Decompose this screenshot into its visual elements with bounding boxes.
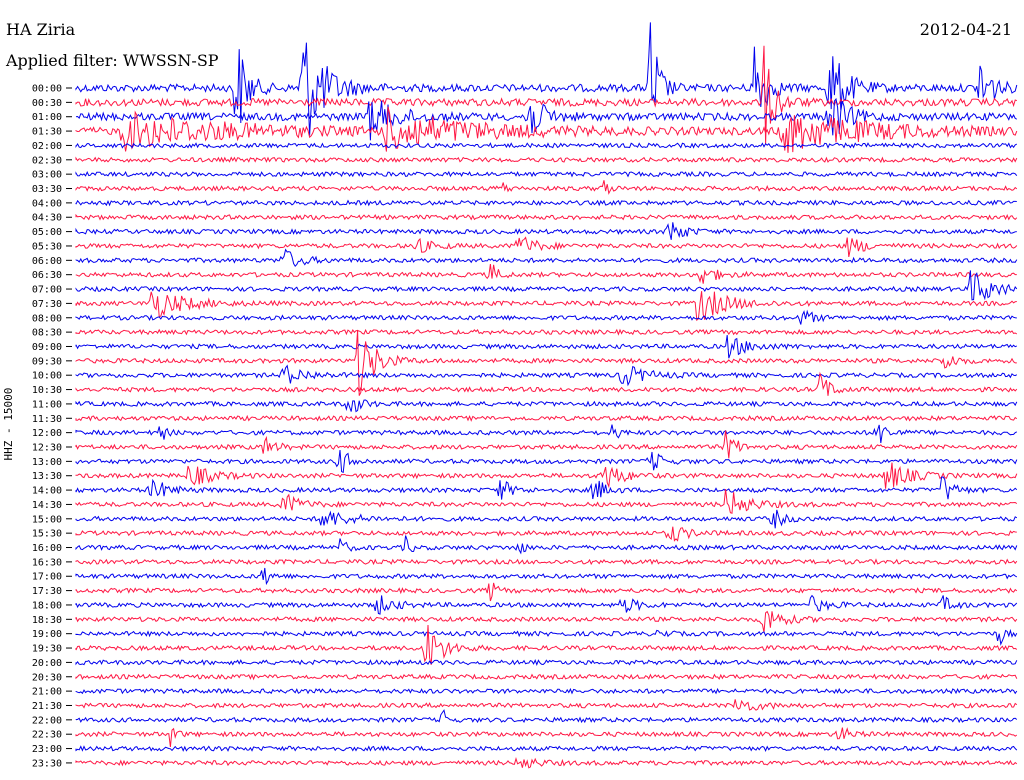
trace-1400 — [75, 476, 1018, 500]
trace-1430 — [75, 488, 1018, 514]
trace-0430 — [75, 213, 1018, 221]
trace-1930 — [75, 624, 1018, 665]
row-label-0430: 04:30 — [32, 213, 62, 224]
trace-1800 — [75, 594, 1018, 615]
trace-0930 — [75, 329, 1017, 396]
row-label-1630: 16:30 — [32, 557, 62, 568]
trace-1130 — [75, 414, 1018, 422]
trace-0730 — [75, 291, 1017, 322]
row-label-0600: 06:00 — [32, 256, 62, 267]
row-label-2330: 23:30 — [32, 758, 62, 769]
row-label-1200: 12:00 — [32, 428, 62, 439]
row-label-0500: 05:00 — [32, 227, 62, 238]
trace-0900 — [75, 335, 1018, 359]
row-label-1330: 13:30 — [32, 471, 62, 482]
row-label-1300: 13:00 — [32, 457, 62, 468]
trace-1630 — [75, 558, 1018, 566]
trace-2030 — [75, 673, 1018, 681]
row-label-0130: 01:30 — [32, 127, 62, 138]
row-label-2230: 22:30 — [32, 730, 62, 741]
trace-0400 — [75, 199, 1017, 207]
trace-2230 — [75, 727, 1018, 748]
row-label-1500: 15:00 — [32, 514, 62, 525]
row-label-1730: 17:30 — [32, 586, 62, 597]
trace-0300 — [75, 170, 1018, 178]
row-label-0000: 00:00 — [32, 84, 62, 95]
row-label-2000: 20:00 — [32, 658, 62, 669]
row-label-1600: 16:00 — [32, 543, 62, 554]
trace-1830 — [75, 610, 1018, 633]
trace-1900 — [75, 628, 1018, 646]
row-label-1430: 14:30 — [32, 500, 62, 511]
trace-0800 — [75, 309, 1017, 325]
row-label-2200: 22:00 — [32, 715, 62, 726]
row-labels: 00:00 00:30 01:00 01:30 02:00 02:30 03:00 03:30… — [32, 84, 72, 769]
trace-0500 — [75, 222, 1017, 240]
trace-0530 — [75, 236, 1018, 257]
trace-1100 — [75, 399, 1018, 413]
trace-2130 — [75, 699, 1018, 711]
trace-1330 — [75, 462, 1018, 489]
row-label-0900: 09:00 — [32, 342, 62, 353]
trace-2330 — [75, 756, 1018, 769]
trace-1730 — [75, 582, 1018, 602]
trace-0630 — [75, 264, 1017, 284]
row-label-0700: 07:00 — [32, 285, 62, 296]
row-label-1530: 15:30 — [32, 529, 62, 540]
trace-1000 — [75, 364, 1018, 387]
trace-0030 — [75, 45, 1017, 145]
trace-2300 — [75, 745, 1018, 752]
trace-1600 — [75, 535, 1018, 555]
row-label-2300: 23:00 — [32, 744, 62, 755]
trace-1530 — [75, 526, 1017, 542]
trace-2200 — [75, 709, 1018, 724]
row-label-0630: 06:30 — [32, 270, 62, 281]
row-label-0400: 04:00 — [32, 198, 62, 209]
trace-0200 — [75, 142, 1018, 149]
row-label-1700: 17:00 — [32, 572, 62, 583]
trace-0600 — [75, 248, 1018, 268]
row-label-0930: 09:30 — [32, 356, 62, 367]
trace-0230 — [75, 156, 1018, 164]
trace-0330 — [75, 180, 1018, 195]
row-label-1900: 19:00 — [32, 629, 62, 640]
row-label-0530: 05:30 — [32, 241, 62, 252]
row-label-1130: 11:30 — [32, 414, 62, 425]
trace-0830 — [75, 328, 1018, 336]
trace-1500 — [75, 509, 1018, 529]
trace-2100 — [75, 687, 1018, 695]
trace-1300 — [75, 449, 1018, 474]
helicorder-plot: 00:00 00:30 01:00 01:30 02:00 02:30 03:00 03:30… — [32, 22, 1018, 769]
row-label-1400: 14:00 — [32, 486, 62, 497]
row-label-1100: 11:00 — [32, 399, 62, 410]
row-label-0830: 08:30 — [32, 328, 62, 339]
row-label-0230: 02:30 — [32, 155, 62, 166]
row-label-2030: 20:30 — [32, 672, 62, 683]
row-label-1830: 18:30 — [32, 615, 62, 626]
row-label-0030: 00:30 — [32, 98, 62, 109]
row-label-2100: 21:00 — [32, 687, 62, 698]
row-label-0730: 07:30 — [32, 299, 62, 310]
row-label-0100: 01:00 — [32, 112, 62, 123]
trace-lines — [75, 22, 1018, 769]
row-label-1930: 19:30 — [32, 644, 62, 655]
row-label-1800: 18:00 — [32, 600, 62, 611]
row-label-0330: 03:30 — [32, 184, 62, 195]
trace-2000 — [75, 658, 1018, 667]
row-label-0800: 08:00 — [32, 313, 62, 324]
trace-1200 — [75, 424, 1018, 444]
row-label-1030: 10:30 — [32, 385, 62, 396]
row-label-0300: 03:00 — [32, 170, 62, 181]
row-label-0200: 02:00 — [32, 141, 62, 152]
row-label-1230: 12:30 — [32, 443, 62, 454]
row-label-1000: 10:00 — [32, 371, 62, 382]
row-label-2130: 21:30 — [32, 701, 62, 712]
trace-1700 — [75, 567, 1018, 586]
